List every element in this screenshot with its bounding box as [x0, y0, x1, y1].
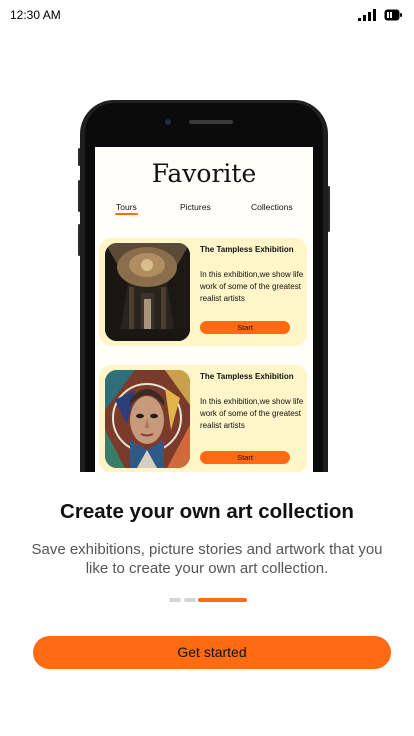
page-dot [184, 598, 196, 602]
tab-collections[interactable]: Collections [251, 202, 293, 212]
active-tab-indicator [115, 213, 138, 215]
geometric-portrait-image [105, 370, 190, 468]
phone-mockup: Favorite Tours Pictures Collections The … [78, 100, 330, 472]
start-button[interactable]: Start [200, 321, 290, 334]
status-time: 12:30 AM [10, 8, 61, 22]
page-dot-active [198, 598, 247, 602]
screen-title: Favorite [151, 159, 257, 188]
speaker-grille [189, 120, 233, 124]
page-dot [169, 598, 181, 602]
cathedral-ceiling-image [105, 243, 190, 341]
tab-pictures[interactable]: Pictures [180, 202, 211, 212]
onboarding-subtext: Save exhibitions, picture stories and ar… [31, 541, 383, 577]
start-button[interactable]: Start [200, 451, 290, 464]
signal-icon [358, 9, 376, 21]
phone-screen: Favorite Tours Pictures Collections The … [95, 147, 313, 472]
battery-icon [384, 9, 402, 21]
card-title: The Tampless Exhibition [200, 372, 294, 381]
exhibition-card[interactable]: The Tampless Exhibition In this exhibiti… [99, 365, 307, 472]
card-description: In this exhibition,we show life work of … [200, 397, 304, 430]
camera-icon [165, 119, 171, 125]
exhibition-card[interactable]: The Tampless Exhibition In this exhibiti… [99, 238, 307, 346]
onboarding-headline: Create your own art collection [60, 500, 354, 523]
tab-tours[interactable]: Tours [116, 202, 137, 212]
card-title: The Tampless Exhibition [200, 245, 294, 254]
page-indicator [0, 597, 414, 603]
card-description: In this exhibition,we show life work of … [200, 270, 304, 303]
get-started-button[interactable]: Get started [33, 636, 391, 669]
status-bar: 12:30 AM [0, 0, 414, 30]
